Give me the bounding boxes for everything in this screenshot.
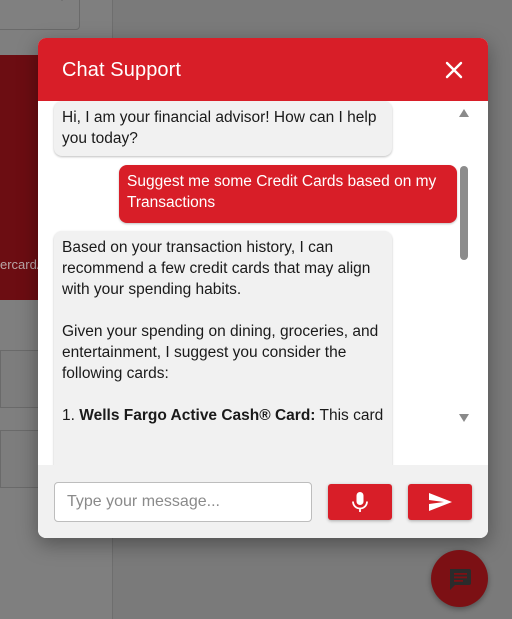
bot-message: Based on your transaction history, I can…: [54, 231, 392, 465]
background-field: [0, 430, 42, 488]
send-icon: [429, 493, 452, 511]
scrollbar-thumb[interactable]: [460, 166, 468, 260]
background-field: [0, 350, 42, 408]
dialog-header: Chat Support: [38, 38, 488, 101]
list-number: 1.: [62, 407, 80, 424]
bot-message-paragraph: Given your spending on dining, groceries…: [62, 323, 379, 382]
bot-message-paragraph: Based on your transaction history, I can…: [62, 239, 371, 298]
scroll-down-arrow-icon[interactable]: [459, 414, 469, 422]
microphone-button[interactable]: [328, 484, 392, 520]
message-composer: [38, 465, 488, 538]
background-dropdown: [0, 0, 80, 30]
scroll-up-arrow-icon[interactable]: [459, 109, 469, 117]
background-card-text: ercardA: [0, 257, 40, 272]
bot-message: Hi, I am your financial advisor! How can…: [54, 101, 392, 156]
send-button[interactable]: [408, 484, 472, 520]
microphone-icon: [352, 492, 368, 512]
message-list[interactable]: Hi, I am your financial advisor! How can…: [38, 101, 488, 465]
user-message-text: Suggest me some Credit Cards based on my…: [127, 173, 437, 211]
chat-fab-button[interactable]: [431, 550, 488, 607]
bot-message-text: Hi, I am your financial advisor! How can…: [62, 109, 377, 147]
dialog-title: Chat Support: [62, 59, 182, 81]
close-button[interactable]: [442, 58, 466, 82]
card-description: This card: [315, 407, 384, 424]
close-icon: [445, 61, 463, 79]
card-name: Wells Fargo Active Cash® Card:: [79, 407, 316, 424]
chat-support-dialog: Chat Support Hi, I am your financial adv…: [38, 38, 488, 538]
bot-message-paragraph: 1. Wells Fargo Active Cash® Card: This c…: [62, 405, 384, 426]
chat-bubble-icon: [450, 569, 471, 590]
message-input[interactable]: [54, 482, 312, 522]
user-message: Suggest me some Credit Cards based on my…: [119, 165, 457, 223]
